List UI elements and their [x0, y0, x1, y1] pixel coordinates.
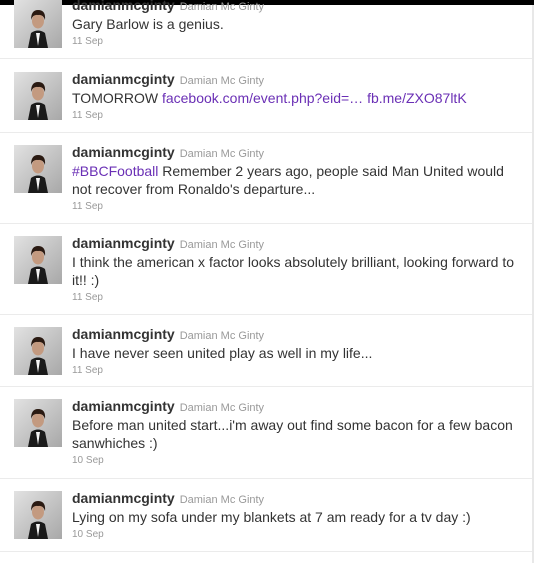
tweet-fullname: Damian Mc Ginty [179, 402, 265, 414]
tweet-timestamp[interactable]: 11 Sep [72, 36, 522, 47]
tweet-item: damianmcginty Damian Mc Ginty I think the… [0, 224, 532, 315]
tweet-text: I think the american x factor looks abso… [72, 254, 514, 288]
tweet-item: damianmcginty Damian Mc Ginty I have neve… [0, 315, 532, 387]
tweet-text: #BBCFootball Remember 2 years ago, peopl… [72, 162, 522, 198]
tweet-timestamp[interactable]: 10 Sep [72, 529, 522, 540]
tweet-fullname: Damian Mc Ginty [179, 1, 265, 13]
avatar[interactable] [14, 327, 62, 375]
tweet-text: I have never seen united play as well in… [72, 345, 373, 361]
tweet-fullname: Damian Mc Ginty [179, 75, 265, 87]
tweet-text: Lying on my sofa under my blankets at 7 … [72, 509, 471, 525]
tweet-username[interactable]: damianmcginty [72, 235, 175, 251]
tweet-item: damianmcginty Damian Mc Ginty Before man … [0, 387, 532, 479]
tweet-timeline: damianmcginty Damian Mc Ginty Gary Barlow… [0, 0, 532, 563]
tweet-username[interactable]: damianmcginty [72, 71, 175, 87]
tweet-link-facebook-event[interactable]: facebook.com/event.php?eid=… [162, 90, 363, 106]
avatar[interactable] [14, 491, 62, 539]
tweet-hashtag[interactable]: #BBCFootball [72, 163, 158, 179]
tweet-timestamp[interactable]: 10 Sep [72, 455, 522, 466]
tweet-item: damianmcginty Damian Mc Ginty Lying on my… [0, 479, 532, 552]
tweet-fullname: Damian Mc Ginty [179, 239, 265, 251]
tweet-username[interactable]: damianmcginty [72, 398, 175, 414]
tweet-username[interactable]: damianmcginty [72, 326, 175, 342]
tweet-username[interactable]: damianmcginty [72, 144, 175, 160]
tweet-timestamp[interactable]: 11 Sep [72, 110, 522, 121]
tweet-fullname: Damian Mc Ginty [179, 330, 265, 342]
tweet-text-prefix: TOMORROW [72, 90, 162, 106]
tweet-item: damianmcginty Damian Mc Ginty #BBCFootbal… [0, 133, 532, 224]
tweet-username[interactable]: damianmcginty [72, 0, 175, 13]
tweet-item: damianmcginty Damian Mc Ginty TOMORROW fa… [0, 60, 532, 133]
tweet-username[interactable]: damianmcginty [72, 490, 175, 506]
tweet-fullname: Damian Mc Ginty [179, 494, 265, 506]
tweet-item: damianmcginty Damian Mc Ginty Gary Barlow… [0, 0, 532, 59]
tweet-timestamp[interactable]: 11 Sep [72, 292, 522, 303]
tweet-fullname: Damian Mc Ginty [179, 148, 265, 160]
tweet-timestamp[interactable]: 11 Sep [72, 365, 522, 376]
avatar[interactable] [14, 72, 62, 120]
tweet-timestamp[interactable]: 11 Sep [72, 201, 522, 212]
avatar[interactable] [14, 145, 62, 193]
tweet-text: Gary Barlow is a genius. [72, 16, 224, 32]
avatar[interactable] [14, 0, 62, 48]
avatar[interactable] [14, 236, 62, 284]
tweet-link-fbme[interactable]: fb.me/ZXO87ltK [367, 90, 467, 106]
tweet-text: Before man united start...i'm away out f… [72, 417, 513, 451]
avatar[interactable] [14, 399, 62, 447]
tweet-text: TOMORROW facebook.com/event.php?eid=… fb… [72, 89, 522, 107]
